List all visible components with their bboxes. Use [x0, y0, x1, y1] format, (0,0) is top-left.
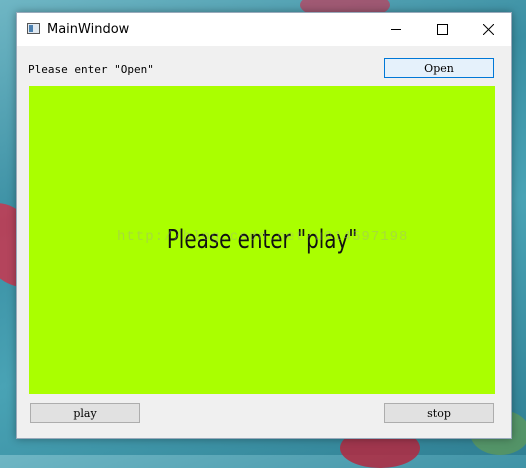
window-title: MainWindow — [47, 22, 130, 37]
watermark-text: http://blog.csdn.net/u014597198 — [117, 229, 409, 245]
play-button[interactable]: play — [30, 403, 140, 423]
maximize-button[interactable] — [419, 13, 465, 46]
title-bar[interactable]: MainWindow — [17, 13, 511, 46]
close-button[interactable] — [465, 13, 511, 46]
minimize-icon — [391, 29, 401, 30]
app-icon — [27, 23, 40, 34]
main-window: MainWindow Please enter "Open" Open Plea… — [16, 12, 512, 439]
open-button[interactable]: Open — [384, 58, 494, 78]
maximize-icon — [436, 24, 448, 35]
stop-button[interactable]: stop — [384, 403, 494, 423]
video-display: Please enter "play" http://blog.csdn.net… — [29, 86, 495, 394]
open-instruction-label: Please enter "Open" — [28, 63, 154, 76]
close-icon — [482, 24, 494, 35]
minimize-button[interactable] — [373, 13, 419, 46]
